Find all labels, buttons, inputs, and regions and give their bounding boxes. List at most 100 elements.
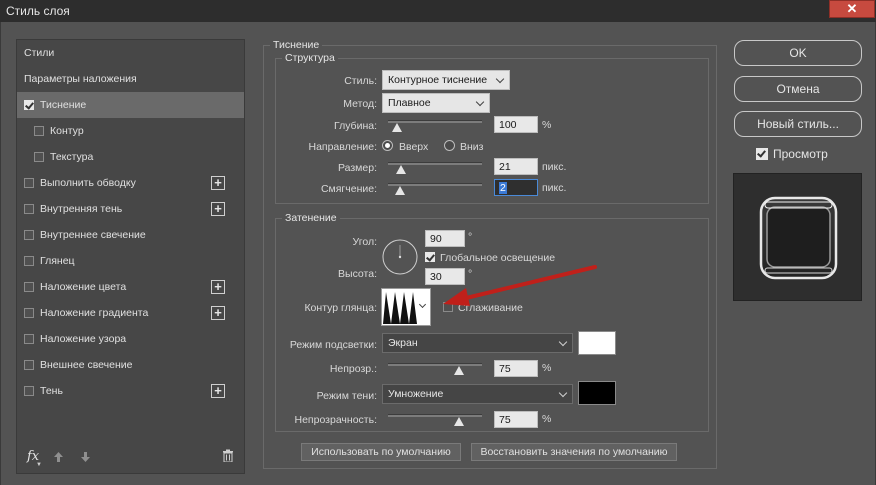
preview-checkbox[interactable]: [756, 148, 768, 160]
styles-list-item[interactable]: Выполнить обводку +: [17, 170, 244, 196]
highlight-opacity-label: Непрозр.:: [329, 363, 377, 375]
highlight-opacity-input[interactable]: 75: [494, 360, 538, 377]
styles-list-item-label: Глянец: [40, 255, 75, 267]
styles-list-item-label: Тиснение: [40, 99, 87, 111]
soften-input-value: 2: [499, 182, 507, 194]
styles-list-item[interactable]: Наложение узора: [17, 326, 244, 352]
style-enable-checkbox[interactable]: [24, 100, 34, 110]
styles-list-item[interactable]: Наложение градиента +: [17, 300, 244, 326]
shadow-mode-label: Режим тени:: [316, 390, 377, 402]
highlight-opacity-slider[interactable]: [388, 363, 482, 366]
styles-list-item[interactable]: Внешнее свечение: [17, 352, 244, 378]
styles-list-item-label: Наложение градиента: [40, 307, 149, 319]
style-enable-checkbox[interactable]: [24, 308, 34, 318]
style-enable-checkbox[interactable]: [24, 178, 34, 188]
highlight-color-swatch[interactable]: [578, 331, 616, 355]
add-instance-icon[interactable]: +: [211, 176, 225, 190]
make-default-button[interactable]: Использовать по умолчанию: [301, 443, 461, 461]
move-down-icon[interactable]: [80, 451, 91, 463]
gloss-contour-thumbnail: [383, 292, 417, 324]
size-input[interactable]: 21: [494, 158, 538, 175]
shadow-opacity-input[interactable]: 75: [494, 411, 538, 428]
shadow-opacity-unit: %: [542, 413, 552, 425]
angle-label: Угол:: [352, 236, 377, 248]
chevron-down-icon: [418, 300, 427, 309]
shadow-mode-select[interactable]: Умножение: [382, 384, 573, 404]
direction-up-label: Вверх: [399, 141, 429, 153]
styles-list-item[interactable]: Внутренняя тень +: [17, 196, 244, 222]
trash-icon[interactable]: [222, 449, 234, 462]
angle-unit: °: [468, 231, 473, 243]
direction-up-radio[interactable]: [382, 140, 393, 151]
reset-default-button[interactable]: Восстановить значения по умолчанию: [471, 443, 677, 461]
soften-input[interactable]: 2: [494, 179, 538, 196]
style-enable-checkbox[interactable]: [34, 152, 44, 162]
shadow-mode-value: Умножение: [388, 388, 444, 400]
ok-button[interactable]: OK: [734, 40, 862, 66]
direction-down-label: Вниз: [460, 141, 484, 153]
shadow-opacity-thumb[interactable]: [453, 417, 464, 426]
styles-list-item[interactable]: Контур: [17, 118, 244, 144]
cancel-button[interactable]: Отмена: [734, 76, 862, 102]
styles-list-item[interactable]: Стили: [17, 40, 244, 66]
style-preview: [733, 173, 862, 301]
styles-list-item[interactable]: Тиснение: [17, 92, 244, 118]
depth-slider-thumb[interactable]: [392, 123, 403, 132]
style-enable-checkbox[interactable]: [24, 386, 34, 396]
style-enable-checkbox[interactable]: [24, 256, 34, 266]
new-style-button[interactable]: Новый стиль...: [734, 111, 862, 137]
shadow-color-swatch[interactable]: [578, 381, 616, 405]
size-slider-thumb[interactable]: [396, 165, 407, 174]
style-enable-checkbox[interactable]: [24, 334, 34, 344]
styles-list-item[interactable]: Глянец: [17, 248, 244, 274]
styles-list-item[interactable]: Наложение цвета +: [17, 274, 244, 300]
styles-list-item[interactable]: Тень +: [17, 378, 244, 404]
add-instance-icon[interactable]: +: [211, 384, 225, 398]
direction-down-radio[interactable]: [444, 140, 455, 151]
style-enable-checkbox[interactable]: [34, 126, 44, 136]
soften-slider-thumb[interactable]: [395, 186, 406, 195]
move-up-icon[interactable]: [53, 451, 64, 463]
method-select[interactable]: Плавное: [382, 93, 490, 113]
add-instance-icon[interactable]: +: [211, 202, 225, 216]
method-select-value: Плавное: [388, 97, 431, 109]
styles-list-item-label: Внешнее свечение: [40, 359, 133, 371]
styles-list-item[interactable]: Параметры наложения: [17, 66, 244, 92]
styles-list-item[interactable]: Текстура: [17, 144, 244, 170]
soften-label: Смягчение:: [320, 183, 377, 195]
add-instance-icon[interactable]: +: [211, 280, 225, 294]
shadow-opacity-slider[interactable]: [388, 414, 482, 417]
style-enable-checkbox[interactable]: [24, 230, 34, 240]
annotation-arrow: [443, 265, 597, 306]
add-instance-icon[interactable]: +: [211, 306, 225, 320]
styles-list-item-label: Наложение цвета: [40, 281, 127, 293]
close-button[interactable]: ✕: [829, 0, 875, 18]
style-enable-checkbox[interactable]: [24, 282, 34, 292]
styles-list-item-label: Выполнить обводку: [40, 177, 136, 189]
styles-list-item-label: Параметры наложения: [24, 73, 137, 85]
chevron-down-icon: [495, 74, 505, 84]
gloss-contour-label: Контур глянца:: [304, 302, 377, 314]
highlight-mode-select[interactable]: Экран: [382, 333, 573, 353]
highlight-opacity-unit: %: [542, 362, 552, 374]
style-enable-checkbox[interactable]: [24, 360, 34, 370]
window-title: Стиль слоя: [6, 4, 70, 18]
styles-list-panel: Стили Параметры наложения Тиснение Контур Те…: [16, 39, 245, 474]
close-icon: ✕: [846, 1, 858, 16]
styles-list-item[interactable]: Внутреннее свечение: [17, 222, 244, 248]
fx-dropdown-icon[interactable]: ▼: [36, 462, 42, 468]
preview-label: Просмотр: [773, 147, 828, 161]
highlight-mode-value: Экран: [388, 337, 418, 349]
size-label: Размер:: [337, 162, 377, 174]
style-select[interactable]: Контурное тиснение: [382, 70, 510, 90]
style-enable-checkbox[interactable]: [24, 204, 34, 214]
angle-input[interactable]: 90: [425, 230, 465, 247]
styles-list-item-label: Внутренняя тень: [40, 203, 123, 215]
style-label: Стиль:: [344, 75, 377, 87]
angle-dial[interactable]: [381, 238, 419, 276]
depth-input[interactable]: 100: [494, 116, 538, 133]
gloss-contour-picker[interactable]: [381, 288, 431, 326]
highlight-opacity-thumb[interactable]: [453, 366, 464, 375]
depth-label: Глубина:: [333, 120, 377, 132]
global-light-checkbox[interactable]: [425, 252, 435, 262]
